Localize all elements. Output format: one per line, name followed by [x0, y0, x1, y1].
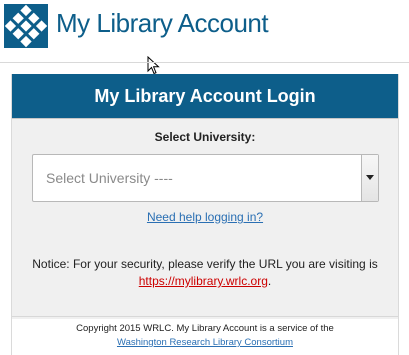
footer-divider [12, 316, 398, 317]
copyright-line: Copyright 2015 WRLC. My Library Account … [76, 323, 334, 334]
university-select-value: Select University ---- [46, 170, 173, 186]
notice-period: . [267, 274, 272, 288]
copyright-text: Copyright 2015 WRLC. My Library Account … [12, 322, 398, 350]
chevron-down-icon[interactable] [361, 155, 378, 201]
university-select[interactable]: Select University ---- [32, 154, 379, 202]
notice-text: Notice: For your security, please verify… [32, 257, 378, 271]
page-footer: Copyright 2015 WRLC. My Library Account … [12, 319, 398, 355]
panel-title-divider [12, 118, 398, 119]
login-panel-title: My Library Account Login [12, 74, 398, 118]
header-divider [0, 62, 409, 63]
consortium-link[interactable]: Washington Research Library Consortium [117, 337, 293, 348]
library-logo-icon [4, 4, 48, 48]
mouse-cursor-icon [147, 56, 160, 75]
help-login-link[interactable]: Need help logging in? [12, 210, 398, 224]
app-title: My Library Account [56, 8, 269, 38]
security-notice: Notice: For your security, please verify… [12, 256, 398, 290]
notice-url-link[interactable]: https://mylibrary.wrlc.org [139, 274, 268, 288]
page-header: My Library Account [0, 0, 409, 60]
select-university-label: Select University: [154, 130, 256, 144]
login-panel: My Library Account Login Select Universi… [11, 74, 399, 355]
